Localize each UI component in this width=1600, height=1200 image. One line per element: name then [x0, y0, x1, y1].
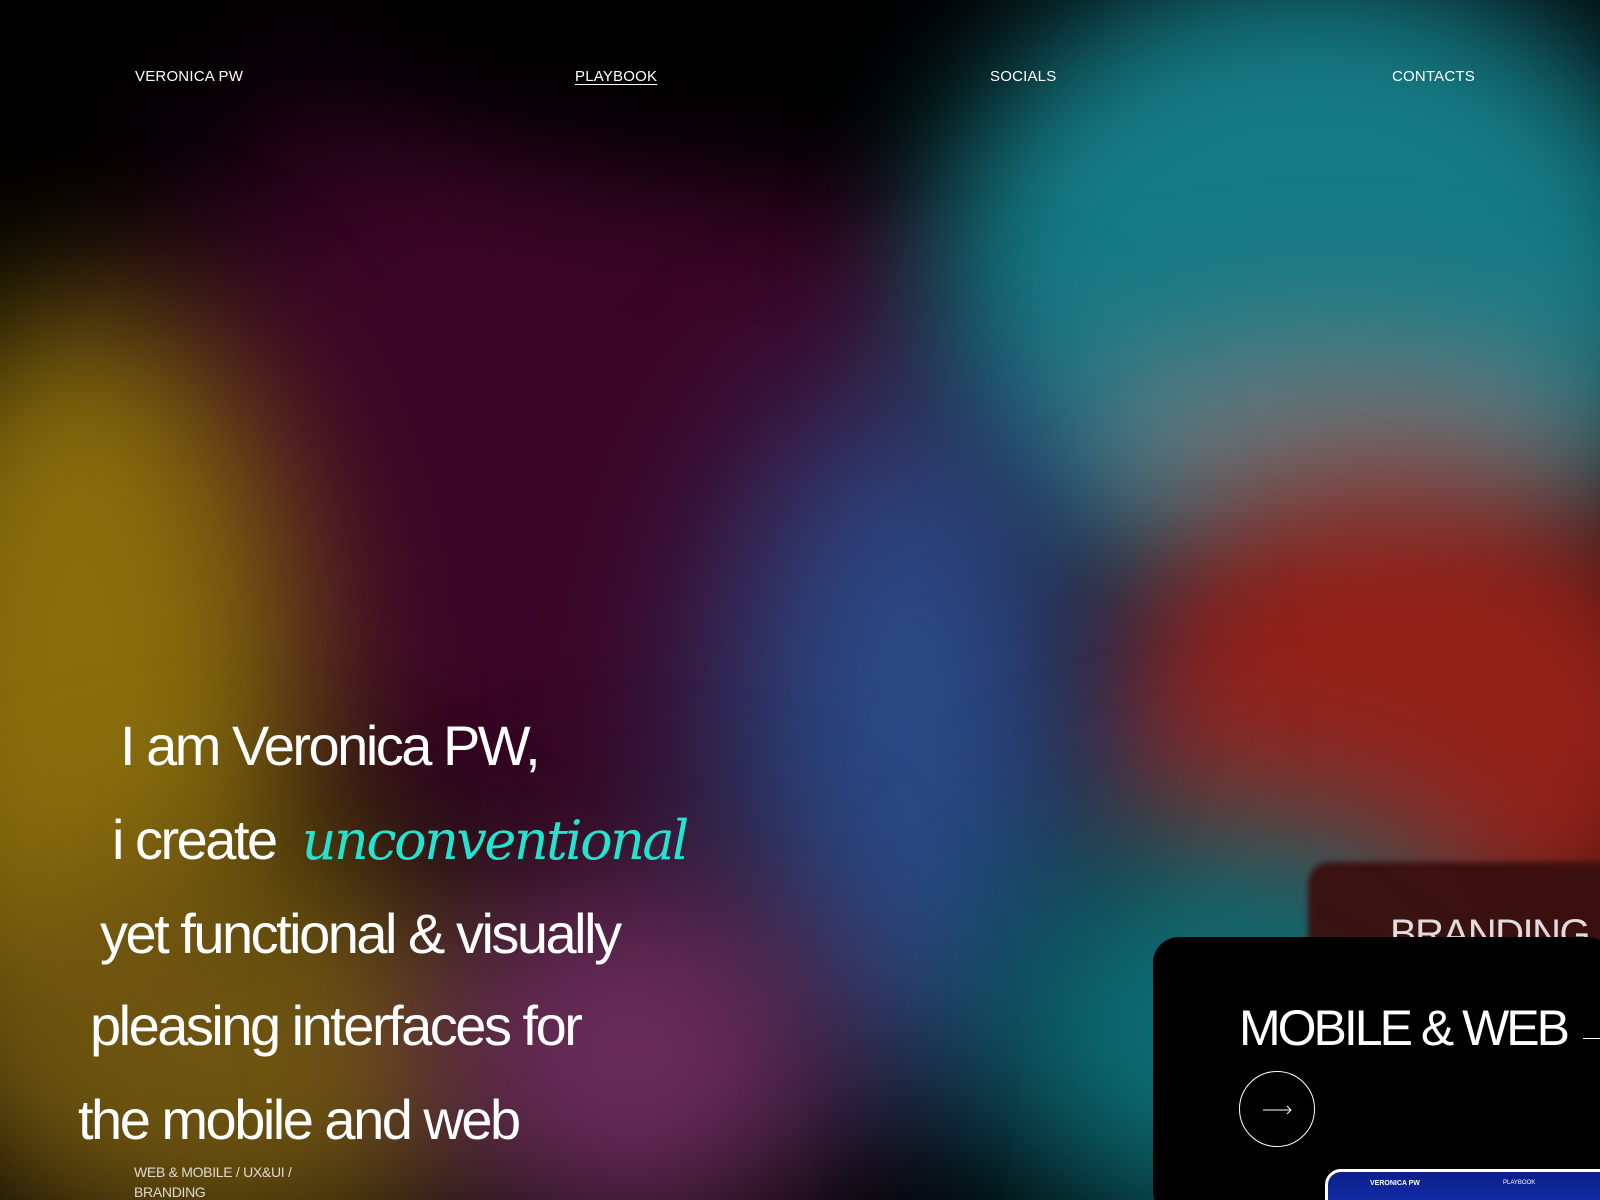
divider-line	[1583, 1038, 1600, 1039]
services-tags: WEB & MOBILE / UX&UI / BRANDING	[134, 1162, 292, 1200]
hero-line-5: the mobile and web	[78, 1088, 521, 1151]
nav-link-contacts[interactable]: CONTACTS	[1392, 68, 1475, 85]
hero-line-1: I am Veronica PW,	[120, 714, 541, 777]
preview-nav-link: PLAYBOOK	[1503, 1180, 1536, 1186]
arrow-right-icon	[1263, 1105, 1292, 1115]
hero-line-4: pleasing interfaces for	[90, 994, 583, 1057]
site-logo[interactable]: VERONICA PW	[135, 68, 243, 85]
arrow-button[interactable]	[1239, 1071, 1315, 1147]
hero-line-2: i create unconventional	[112, 812, 689, 868]
nav-link-socials[interactable]: SOCIALS	[990, 68, 1056, 85]
mobile-web-card-title: MOBILE & WEB	[1239, 1000, 1570, 1056]
hero-line-3: yet functional & visually	[100, 902, 622, 965]
project-preview-thumbnail[interactable]: VERONICA PW PLAYBOOK	[1325, 1169, 1600, 1200]
hero-line-2-prefix: i create	[112, 808, 278, 871]
hero-accent-word: unconventional	[301, 809, 690, 872]
nav-link-playbook[interactable]: PLAYBOOK	[575, 68, 657, 85]
services-tags-line-2: BRANDING	[134, 1184, 206, 1200]
preview-logo: VERONICA PW	[1370, 1180, 1420, 1187]
services-tags-line-1: WEB & MOBILE / UX&UI /	[134, 1164, 292, 1180]
mobile-web-card[interactable]: MOBILE & WEB VERONICA PW PLAYBOOK	[1153, 937, 1600, 1200]
